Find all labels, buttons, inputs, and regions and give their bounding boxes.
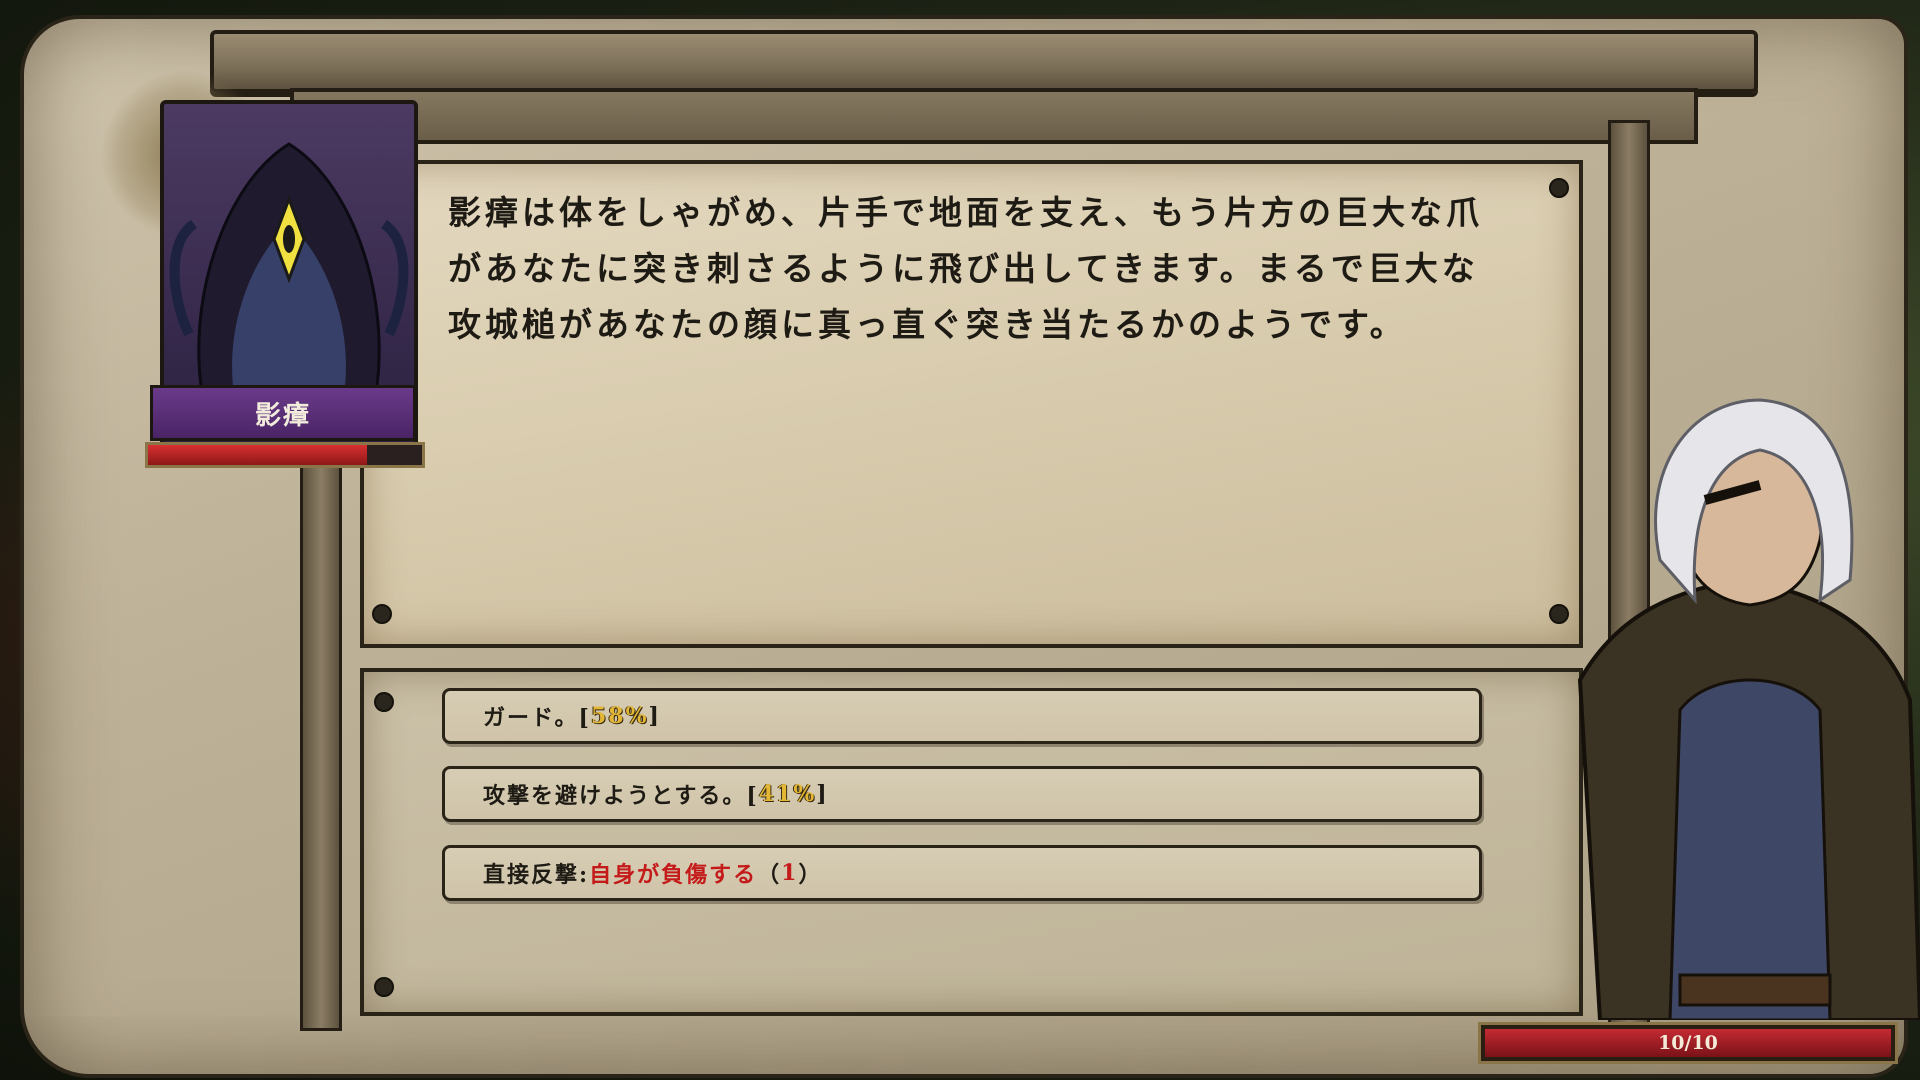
- wooden-second-beam: [290, 88, 1698, 144]
- hero-character-icon: [1577, 398, 1920, 1022]
- success-chance: 58%: [590, 703, 649, 729]
- choice-suffix: ]: [816, 781, 829, 807]
- success-chance: 41%: [758, 781, 817, 807]
- choice-suffix: ]: [648, 703, 661, 729]
- cost-close: ）: [798, 862, 823, 888]
- hero-health-bar: 10/10: [1478, 1022, 1898, 1064]
- enemy-health-fill: [148, 445, 368, 465]
- hero-portrait: [1560, 380, 1920, 1022]
- nail-icon: [1549, 178, 1569, 198]
- nail-icon: [374, 977, 394, 997]
- choice-label: ガード。[: [483, 705, 591, 731]
- enemy-name-label: 影瘴: [150, 385, 416, 441]
- hero-health-text: 10/10: [1658, 1032, 1718, 1054]
- choice-guard-button[interactable]: ガード。[58%]: [442, 688, 1482, 744]
- injury-warning: 自身が負傷する: [589, 862, 758, 888]
- enemy-portrait: 影瘴: [90, 70, 450, 530]
- cost-open: （: [757, 862, 782, 888]
- choice-label: 攻撃を避けようとする。[: [483, 783, 759, 809]
- choice-dodge-button[interactable]: 攻撃を避けようとする。[41%]: [442, 766, 1482, 822]
- choice-label: 直接反撃:: [483, 862, 590, 888]
- enemy-health-bar: [145, 442, 425, 468]
- choice-counterattack-button[interactable]: 直接反撃: 自身が負傷する（1）: [442, 845, 1482, 901]
- nail-icon: [374, 692, 394, 712]
- nail-icon: [372, 604, 392, 624]
- injury-cost: 1: [781, 860, 799, 886]
- narration-text: 影瘴は体をしゃがめ、片手で地面を支え、もう片方の巨大な爪があなたに突き刺さるよう…: [448, 193, 1484, 344]
